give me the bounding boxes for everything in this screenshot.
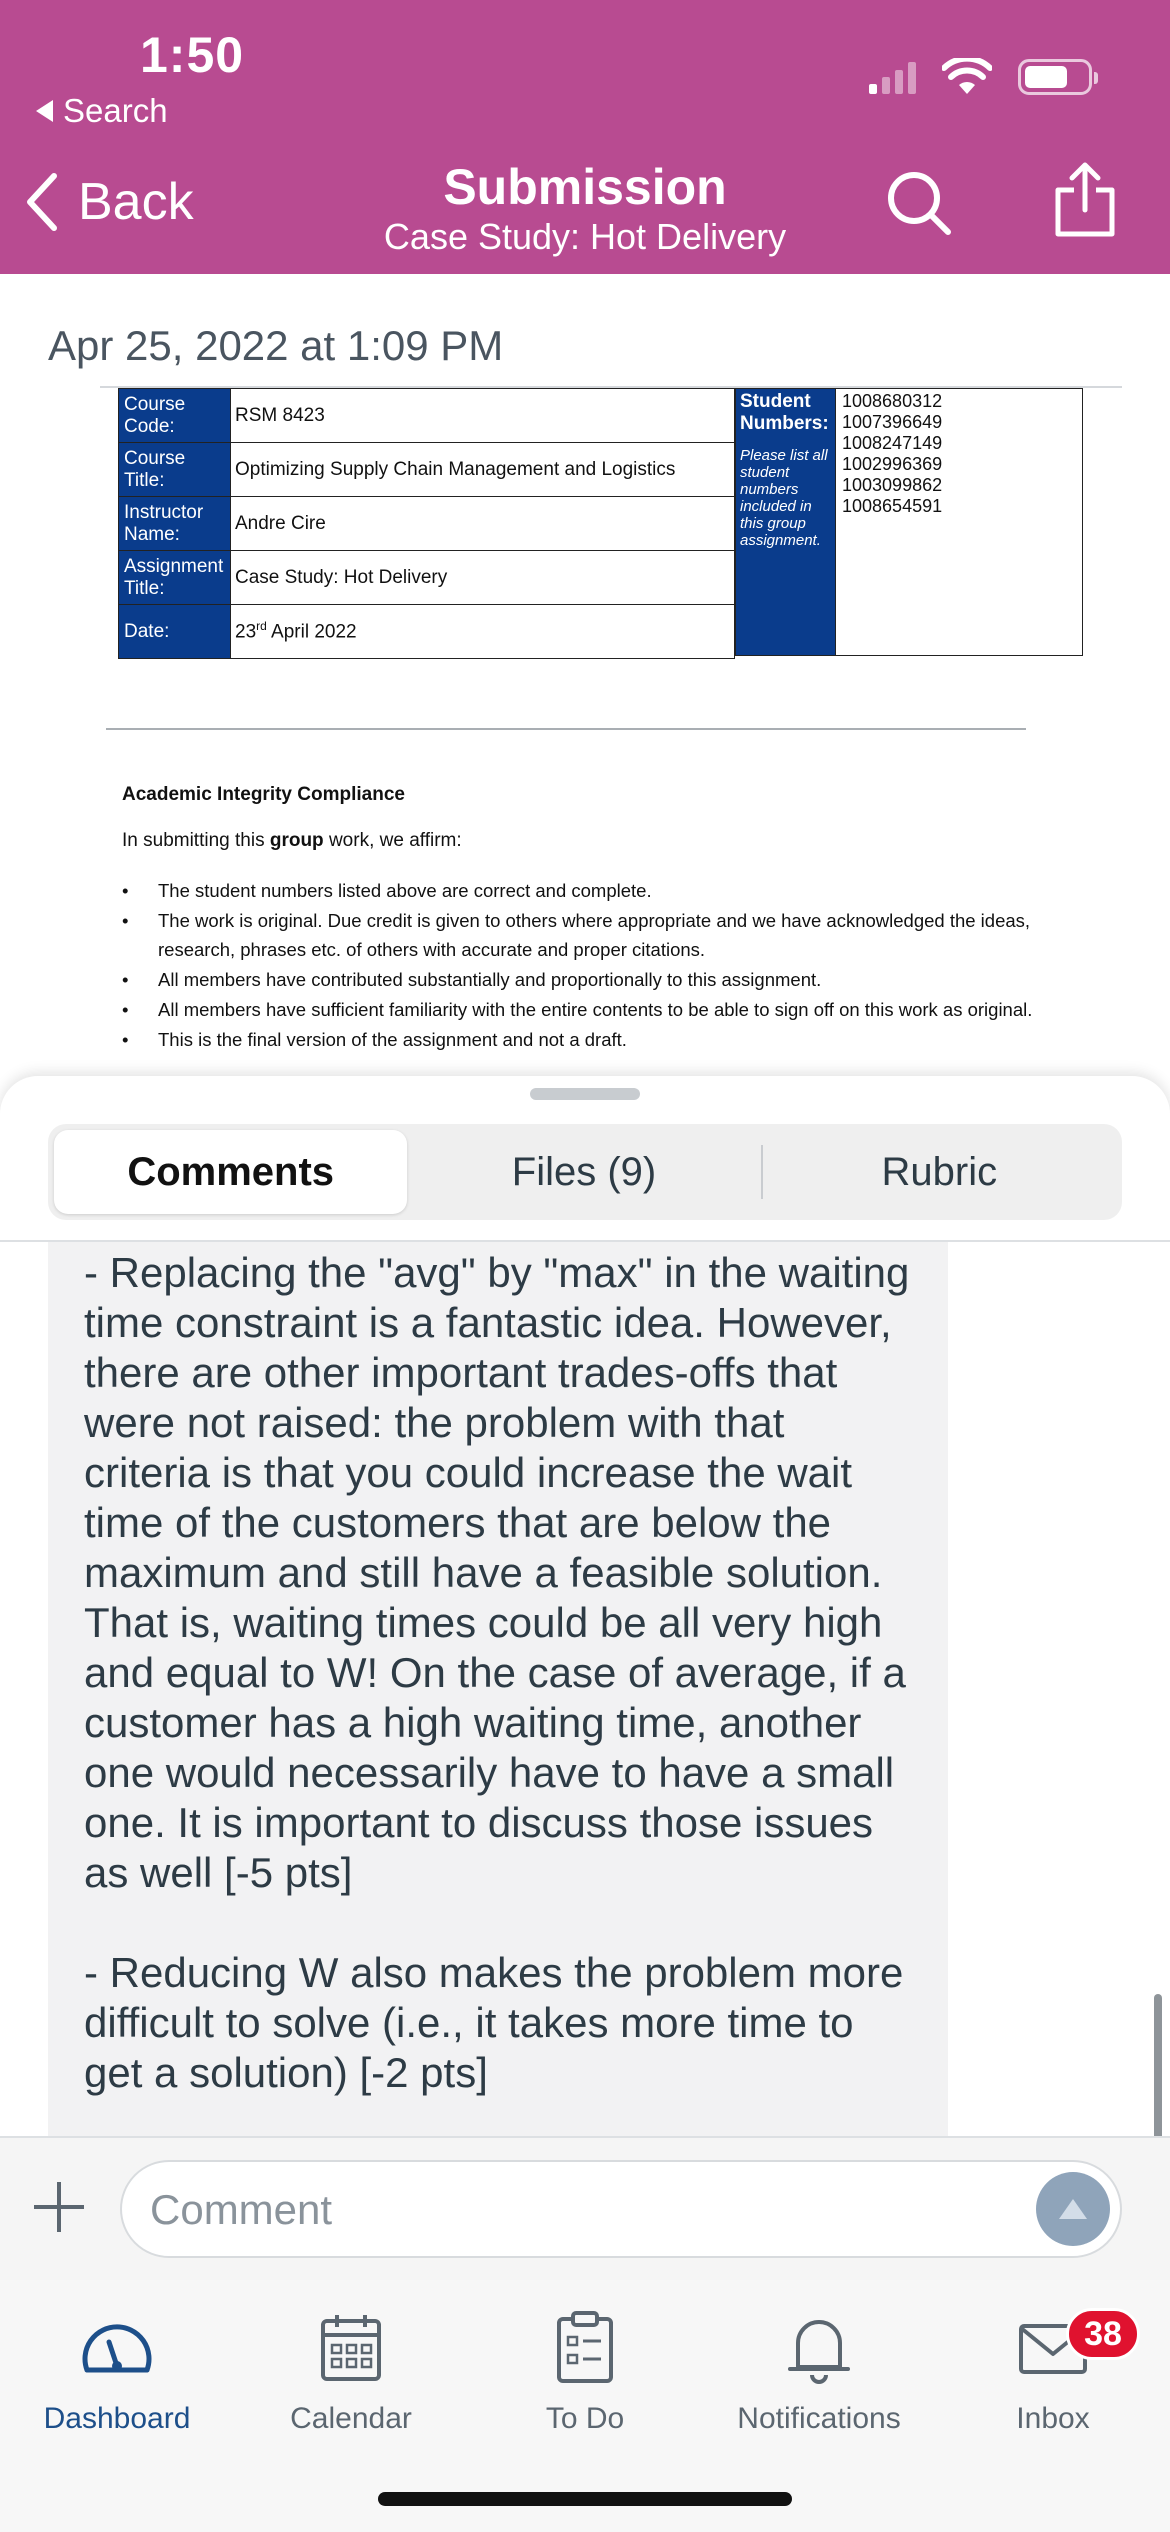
- student-number: 1008247149: [842, 433, 943, 453]
- instructor-label: Instructor Name:: [118, 496, 231, 551]
- back-triangle-icon: [36, 100, 53, 122]
- tabbar-label: To Do: [545, 2402, 625, 2435]
- dashboard-icon: [82, 2324, 152, 2373]
- student-numbers-list: 1008680312 1007396649 1008247149 1002996…: [836, 389, 948, 655]
- student-number: 1008680312: [842, 391, 943, 411]
- integrity-list: The student numbers listed above are cor…: [122, 876, 1062, 1055]
- cover-info-table: Course Code: RSM 8423 Course Title: Opti…: [118, 388, 735, 659]
- cellular-signal-icon: [869, 60, 916, 94]
- status-back-label: Search: [63, 92, 168, 129]
- tab-comments[interactable]: Comments: [54, 1130, 408, 1214]
- list-item: All members have contributed substantial…: [122, 965, 1062, 994]
- student-numbers-header: Student Numbers: Please list all student…: [736, 389, 836, 655]
- list-item: The student numbers listed above are cor…: [122, 876, 1062, 905]
- add-attachment-icon[interactable]: [34, 2182, 84, 2232]
- intro-suffix: work, we affirm:: [323, 830, 462, 851]
- home-indicator[interactable]: [378, 2492, 792, 2506]
- page-title: Submission: [443, 159, 727, 215]
- chevron-left-icon: [27, 173, 57, 231]
- table-row: Instructor Name: Andre Cire: [118, 496, 735, 551]
- assignment-title-value: Case Study: Hot Delivery: [230, 550, 735, 605]
- comment-input-bar: [0, 2136, 1170, 2280]
- share-icon: [1055, 162, 1115, 237]
- date-label: Date:: [118, 604, 231, 659]
- header: 1:50 Search Back Submission Case Study: …: [0, 0, 1170, 274]
- table-row: Assignment Title: Case Study: Hot Delive…: [118, 550, 735, 605]
- comment-input[interactable]: [150, 2178, 1030, 2242]
- tabbar-inbox[interactable]: 38 Inbox: [936, 2300, 1170, 2436]
- comment-bubble: - Replacing the "avg" by "max" in the wa…: [48, 1242, 948, 2138]
- student-number: 1002996369: [842, 454, 943, 474]
- document-preview[interactable]: Course Code: RSM 8423 Course Title: Opti…: [0, 386, 1170, 1086]
- tabbar-todo[interactable]: To Do: [468, 2300, 702, 2436]
- tabbar-label: Dashboard: [43, 2402, 191, 2435]
- integrity-intro: In submitting this group work, we affirm…: [122, 830, 462, 852]
- segmented-tabs: Comments Files (9) Rubric: [48, 1124, 1122, 1220]
- back-label: Back: [78, 173, 194, 231]
- inbox-badge: 38: [1066, 2308, 1140, 2360]
- calendar-icon: [321, 2315, 381, 2381]
- tabbar-notifications[interactable]: Notifications: [702, 2300, 936, 2436]
- table-row: Course Title: Optimizing Supply Chain Ma…: [118, 442, 735, 497]
- back-button[interactable]: Back: [24, 172, 194, 232]
- student-number: 1008654591: [842, 496, 943, 516]
- instructor-value: Andre Cire: [230, 496, 735, 551]
- student-numbers-box: Student Numbers: Please list all student…: [735, 388, 1083, 656]
- student-numbers-heading: Student Numbers:: [740, 391, 829, 434]
- status-icons: [869, 58, 1098, 96]
- comment-field[interactable]: [120, 2160, 1122, 2258]
- integrity-title: Academic Integrity Compliance: [122, 784, 405, 805]
- tab-rubric[interactable]: Rubric: [763, 1130, 1116, 1214]
- status-time: 1:50: [140, 27, 245, 83]
- comment-paragraph: - Reducing W also makes the problem more…: [84, 1949, 904, 2096]
- assignment-title-label: Assignment Title:: [118, 550, 231, 605]
- page-subtitle: Case Study: Hot Delivery: [383, 216, 787, 257]
- course-title-label: Course Title:: [118, 442, 231, 497]
- student-numbers-note: Please list all student numbers included…: [740, 447, 828, 549]
- comments-scrollbar[interactable]: [1154, 1994, 1162, 2138]
- tabbar-dashboard[interactable]: Dashboard: [0, 2300, 234, 2436]
- comments-list[interactable]: - Replacing the "avg" by "max" in the wa…: [0, 1242, 1170, 2138]
- list-item: This is the final version of the assignm…: [122, 1025, 1062, 1054]
- status-back-to-search[interactable]: Search: [36, 92, 168, 130]
- course-code-label: Course Code:: [118, 388, 231, 443]
- comment-paragraph: - Replacing the "avg" by "max" in the wa…: [84, 1249, 910, 1896]
- student-number: 1003099862: [842, 475, 943, 495]
- date-value: 23rd April 2022: [230, 604, 735, 659]
- send-button[interactable]: [1036, 2172, 1110, 2246]
- list-item: All members have sufficient familiarity …: [122, 995, 1062, 1024]
- todo-icon: [557, 2311, 613, 2383]
- intro-bold: group: [269, 830, 324, 851]
- search-button[interactable]: [884, 168, 954, 243]
- battery-icon: [1018, 59, 1098, 95]
- tabbar-label: Inbox: [1016, 2402, 1090, 2435]
- sheet-grabber[interactable]: [530, 1088, 640, 1100]
- student-number: 1007396649: [842, 412, 943, 432]
- tabbar-label: Calendar: [290, 2402, 412, 2435]
- intro-prefix: In submitting this: [122, 830, 270, 851]
- document-divider: [106, 728, 1026, 730]
- submission-date: Apr 25, 2022 at 1:09 PM: [48, 322, 504, 369]
- wifi-icon: [942, 58, 992, 94]
- table-row: Course Code: RSM 8423: [118, 388, 735, 443]
- comments-sheet: Comments Files (9) Rubric - Replacing th…: [0, 1076, 1170, 2138]
- search-icon: [888, 172, 951, 235]
- share-button[interactable]: [1050, 160, 1120, 245]
- tab-files[interactable]: Files (9): [407, 1130, 760, 1214]
- tabbar-calendar[interactable]: Calendar: [234, 2300, 468, 2436]
- course-title-value: Optimizing Supply Chain Management and L…: [230, 442, 735, 497]
- course-code-value: RSM 8423: [230, 388, 735, 443]
- tabbar-label: Notifications: [737, 2402, 901, 2435]
- send-arrow-icon: [1059, 2199, 1087, 2219]
- table-row: Date: 23rd April 2022: [118, 604, 735, 659]
- bell-icon: [788, 2320, 850, 2384]
- list-item: The work is original. Due credit is give…: [122, 906, 1062, 964]
